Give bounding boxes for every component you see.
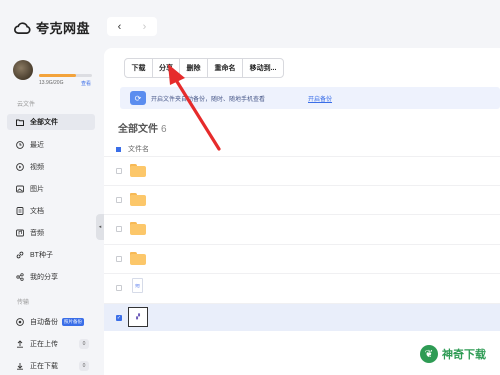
sidebar-item-label: 自动备份 bbox=[30, 319, 58, 326]
sidebar-item-recent[interactable]: 最近 bbox=[7, 137, 95, 153]
row-checkbox[interactable] bbox=[116, 168, 122, 174]
upload-icon bbox=[16, 340, 24, 348]
cloud-backup-icon: ⟳ bbox=[130, 91, 146, 105]
banner-text: 开启文件夹自动备份，随时、随地手机查看 bbox=[151, 97, 266, 103]
watermark: ❦ 神奇下载 bbox=[420, 345, 486, 363]
cloud-logo-icon bbox=[14, 21, 31, 34]
folder-icon bbox=[130, 222, 146, 235]
file-toolbar: 下载 分享 删除 重命名 移动到... bbox=[124, 58, 284, 78]
storage-view-link[interactable]: 查看 bbox=[81, 80, 91, 87]
section-label-cloud: 云文件 bbox=[17, 102, 36, 108]
history-nav: ‹ › bbox=[107, 17, 157, 36]
sidebar-item-label: 全部文件 bbox=[30, 119, 58, 126]
document-icon bbox=[16, 207, 24, 215]
sidebar-item-label: 视频 bbox=[30, 164, 44, 171]
folder-icon bbox=[130, 164, 146, 177]
storage-bar-fill bbox=[39, 74, 76, 77]
sidebar-item-auto-backup[interactable]: 自动备份 照片备份 bbox=[7, 314, 95, 330]
chevron-left-icon: ◂ bbox=[98, 224, 102, 230]
sidebar-item-video[interactable]: 视频 bbox=[7, 159, 95, 175]
image-icon bbox=[16, 185, 24, 193]
folder-icon bbox=[16, 118, 24, 126]
sidebar-item-uploading[interactable]: 正在上传 0 bbox=[7, 336, 95, 352]
watermark-text: 神奇下载 bbox=[442, 349, 486, 361]
forward-button[interactable]: › bbox=[132, 17, 157, 36]
sidebar-item-all-files[interactable]: 全部文件 bbox=[7, 114, 95, 130]
sidebar-item-label: 正在下载 bbox=[30, 363, 58, 370]
row-checkbox[interactable] bbox=[116, 226, 122, 232]
backup-icon bbox=[16, 318, 24, 326]
folder-icon bbox=[130, 252, 146, 265]
page-title-text: 全部文件 bbox=[118, 124, 158, 135]
table-row[interactable] bbox=[104, 244, 500, 272]
column-header: 文件名 bbox=[116, 144, 149, 154]
leaf-logo-icon: ❦ bbox=[420, 345, 438, 363]
row-checkbox[interactable] bbox=[116, 285, 122, 291]
share-button[interactable]: 分享 bbox=[153, 59, 180, 77]
row-checkbox[interactable] bbox=[116, 197, 122, 203]
column-name-label[interactable]: 文件名 bbox=[128, 144, 149, 154]
sidebar-item-images[interactable]: 图片 bbox=[7, 181, 95, 197]
back-button[interactable]: ‹ bbox=[107, 17, 132, 36]
sidebar-item-downloading[interactable]: 正在下载 0 bbox=[7, 358, 95, 374]
sidebar-item-label: 我的分享 bbox=[30, 274, 58, 281]
rename-button[interactable]: 重命名 bbox=[208, 59, 243, 77]
sidebar-collapse-handle[interactable]: ◂ bbox=[96, 214, 104, 240]
table-row[interactable]: ✓ ▞ bbox=[104, 303, 500, 331]
folder-icon bbox=[130, 193, 146, 206]
title-bar: 夸克网盘 ‹ › bbox=[0, 0, 500, 52]
section-label-transfer: 传输 bbox=[17, 300, 30, 306]
link-icon bbox=[16, 251, 24, 259]
sidebar-item-label: 图片 bbox=[30, 186, 44, 193]
move-to-button[interactable]: 移动到... bbox=[243, 59, 283, 77]
table-row[interactable]: ≋ bbox=[104, 273, 500, 301]
table-row[interactable] bbox=[104, 214, 500, 242]
app-name: 夸克网盘 bbox=[36, 21, 91, 36]
document-file-icon: ≋ bbox=[132, 278, 143, 293]
photo-backup-badge: 照片备份 bbox=[62, 318, 84, 326]
app-brand: 夸克网盘 bbox=[14, 18, 90, 37]
clock-icon bbox=[16, 141, 24, 149]
sidebar-item-label: 音频 bbox=[30, 230, 44, 237]
sidebar-item-label: BT种子 bbox=[30, 252, 53, 259]
enable-backup-link[interactable]: 开启备份 bbox=[308, 94, 332, 103]
download-icon bbox=[16, 362, 24, 370]
image-thumbnail-icon: ▞ bbox=[128, 307, 148, 327]
file-count: 6 bbox=[161, 124, 167, 135]
audio-icon bbox=[16, 229, 24, 237]
sidebar-item-bt[interactable]: BT种子 bbox=[7, 247, 95, 263]
row-checkbox[interactable]: ✓ bbox=[116, 315, 122, 321]
sidebar-item-my-shares[interactable]: 我的分享 bbox=[7, 269, 95, 285]
select-all-checkbox[interactable] bbox=[116, 146, 121, 152]
sidebar-item-documents[interactable]: 文档 bbox=[7, 203, 95, 219]
avatar[interactable] bbox=[13, 60, 33, 80]
sidebar-item-audio[interactable]: 音频 bbox=[7, 225, 95, 241]
delete-button[interactable]: 删除 bbox=[180, 59, 208, 77]
video-icon bbox=[16, 163, 24, 171]
sidebar-item-label: 最近 bbox=[30, 142, 44, 149]
page-title: 全部文件 6 bbox=[118, 120, 167, 135]
table-row[interactable] bbox=[104, 185, 500, 213]
row-checkbox[interactable] bbox=[116, 256, 122, 262]
download-count-badge: 0 bbox=[79, 361, 89, 371]
upload-count-badge: 0 bbox=[79, 339, 89, 349]
sidebar-item-label: 正在上传 bbox=[30, 341, 58, 348]
storage-bar bbox=[39, 74, 92, 77]
storage-text: 13.9G/20G bbox=[39, 80, 64, 86]
sidebar: 13.9G/20G 查看 云文件 全部文件 最近 视频 图片 文档 音频 BT种… bbox=[0, 52, 104, 375]
backup-banner: ⟳ 开启文件夹自动备份，随时、随地手机查看 开启备份 bbox=[120, 87, 500, 109]
share-icon bbox=[16, 273, 24, 281]
download-button[interactable]: 下载 bbox=[125, 59, 153, 77]
table-row[interactable] bbox=[104, 156, 500, 184]
sidebar-item-label: 文档 bbox=[30, 208, 44, 215]
main-panel: 下载 分享 删除 重命名 移动到... ⟳ 开启文件夹自动备份，随时、随地手机查… bbox=[104, 48, 500, 375]
